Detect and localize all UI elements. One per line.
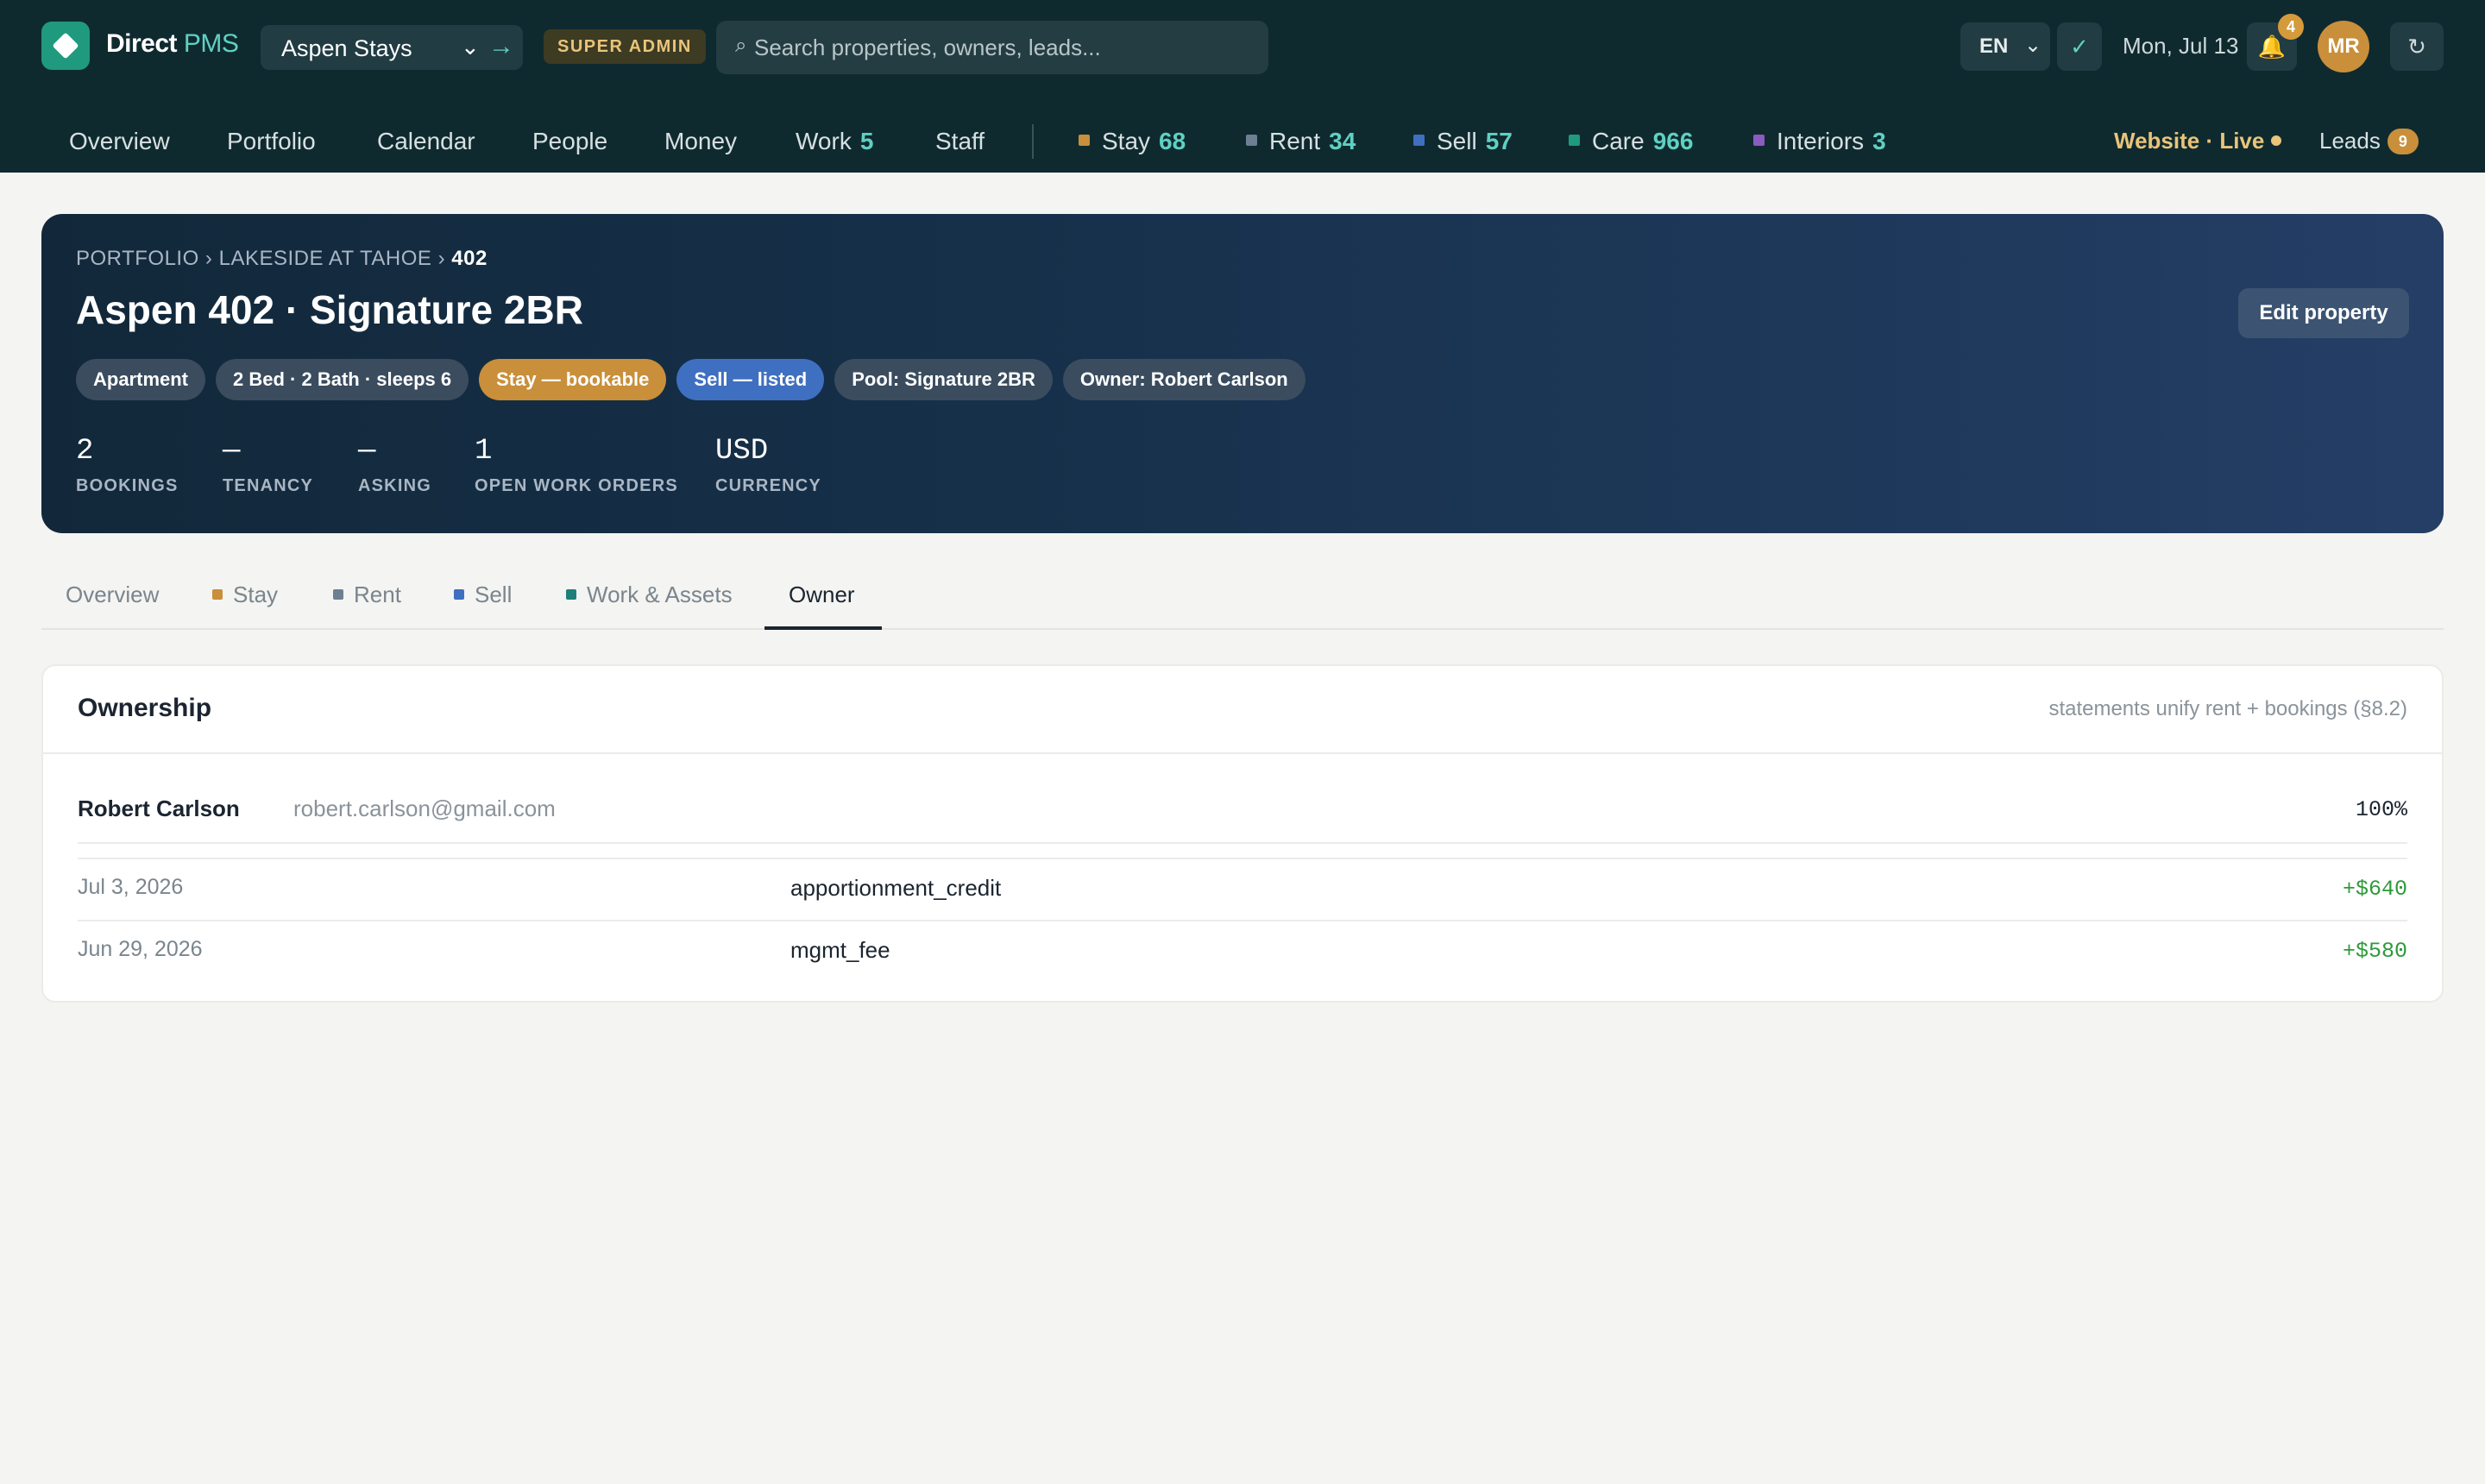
logo-icon[interactable] [41, 22, 90, 70]
tag-owner[interactable]: Owner: Robert Carlson [1062, 359, 1305, 400]
sell-dot-icon [1413, 135, 1425, 146]
work-count: 5 [859, 128, 874, 154]
nav-item-staff[interactable]: Staff [935, 128, 985, 155]
top-bar: Direct PMS Aspen Stays ⌄ → SUPER ADMIN ⌕… [0, 0, 2485, 173]
role-badge: SUPER ADMIN [544, 29, 706, 64]
search-input[interactable]: ⌕ Search properties, owners, leads... [716, 21, 1268, 74]
tag-type: Apartment [76, 359, 206, 400]
tab-rent[interactable]: Rent [333, 582, 401, 608]
active-tab-indicator [764, 626, 882, 630]
care-dot-icon [1569, 135, 1580, 146]
tab-work-assets[interactable]: Work & Assets [566, 582, 733, 608]
ownership-note: statements unify rent + bookings (§8.2) [2048, 697, 2407, 720]
rent-dot-icon [1246, 135, 1257, 146]
language-selector[interactable]: EN ⌄ [1960, 22, 2050, 71]
breadcrumb-separator: › [204, 247, 219, 270]
stay-dot-icon [212, 589, 223, 600]
stat-open-work-orders: 1 OPEN WORK ORDERS [475, 435, 678, 495]
stay-dot-icon [1079, 135, 1090, 146]
check-icon: ✓ [2070, 33, 2089, 60]
stat-bookings: 2 BOOKINGS [76, 435, 179, 495]
edit-property-button[interactable]: Edit property [2238, 288, 2409, 338]
nav-module-care[interactable]: Care 966 [1569, 128, 1693, 155]
tab-overview[interactable]: Overview [66, 582, 159, 608]
nav-divider [1032, 124, 1034, 159]
ownership-title: Ownership [78, 694, 212, 722]
nav-module-sell[interactable]: Sell 57 [1413, 128, 1513, 155]
transaction-amount: +$640 [2342, 877, 2407, 902]
nav-item-people[interactable]: People [532, 128, 607, 155]
stat-currency: USD CURRENCY [715, 435, 821, 495]
page-title: Aspen 402 · Signature 2BR [76, 287, 583, 332]
tag-layout: 2 Bed · 2 Bath · sleeps 6 [216, 359, 469, 400]
avatar[interactable]: MR [2318, 21, 2369, 72]
owner-email[interactable]: robert.carlson@gmail.com [293, 795, 556, 822]
transaction-row[interactable]: Jul 3, 2026 apportionment_credit +$640 [78, 875, 2407, 909]
transaction-amount: +$580 [2342, 939, 2407, 964]
transaction-date: Jul 3, 2026 [78, 875, 184, 899]
chevron-down-icon: ⌄ [2024, 34, 2042, 57]
tag-sell-status[interactable]: Sell — listed [676, 359, 825, 400]
header-row: Direct PMS Aspen Stays ⌄ → SUPER ADMIN ⌕… [0, 0, 2485, 93]
sell-dot-icon [454, 589, 464, 600]
divider [78, 920, 2407, 921]
tag-stay-status[interactable]: Stay — bookable [479, 359, 667, 400]
tag-pool[interactable]: Pool: Signature 2BR [834, 359, 1053, 400]
website-status-link[interactable]: Website · Live [2114, 128, 2282, 154]
bell-icon: 🔔 [2257, 33, 2287, 60]
refresh-button[interactable]: ↻ [2390, 22, 2444, 71]
transaction-type: mgmt_fee [790, 937, 890, 963]
nav-item-portfolio[interactable]: Portfolio [227, 128, 316, 155]
stat-tenancy: — TENANCY [223, 435, 314, 495]
arrow-right-icon[interactable]: → [488, 32, 514, 61]
breadcrumb-building[interactable]: LAKESIDE AT TAHOE [219, 247, 432, 270]
stat-asking: — ASKING [358, 435, 431, 495]
app-logo[interactable]: Direct PMS [106, 29, 239, 59]
owner-name: Robert Carlson [78, 795, 240, 821]
owner-row[interactable]: Robert Carlson robert.carlson@gmail.com … [78, 795, 2407, 830]
interiors-dot-icon [1753, 135, 1765, 146]
check-button[interactable]: ✓ [2057, 22, 2102, 71]
chevron-down-icon: ⌄ [461, 34, 480, 60]
tab-stay[interactable]: Stay [212, 582, 278, 608]
work-dot-icon [566, 589, 576, 600]
property-selector-label: Aspen Stays [281, 35, 412, 61]
nav-module-interiors[interactable]: Interiors 3 [1753, 128, 1886, 155]
nav-item-work[interactable]: Work 5 [796, 128, 873, 155]
divider [78, 842, 2407, 844]
nav-item-overview[interactable]: Overview [69, 128, 170, 155]
rent-dot-icon [333, 589, 343, 600]
ownership-card: Ownership statements unify rent + bookin… [41, 664, 2444, 1003]
tab-sell[interactable]: Sell [454, 582, 512, 608]
transaction-date: Jun 29, 2026 [78, 937, 203, 961]
tab-owner[interactable]: Owner [789, 582, 855, 608]
breadcrumb-portfolio[interactable]: PORTFOLIO [76, 247, 199, 270]
search-icon: ⌕ [735, 34, 747, 57]
ownership-header: Ownership statements unify rent + bookin… [43, 666, 2442, 754]
main-nav: Overview Portfolio Calendar People Money… [0, 112, 2485, 173]
refresh-icon: ↻ [2407, 33, 2426, 60]
transaction-row[interactable]: Jun 29, 2026 mgmt_fee +$580 [78, 937, 2407, 972]
notifications-badge: 4 [2278, 14, 2304, 40]
owner-share: 100% [2355, 797, 2407, 822]
search-placeholder: Search properties, owners, leads... [754, 35, 1101, 60]
nav-module-stay[interactable]: Stay 68 [1079, 128, 1186, 155]
property-selector[interactable]: Aspen Stays ⌄ → [261, 25, 523, 70]
breadcrumb-separator: › [437, 247, 452, 270]
breadcrumb: PORTFOLIO › LAKESIDE AT TAHOE › 402 [76, 247, 488, 271]
leads-badge: 9 [2387, 129, 2419, 154]
breadcrumb-unit: 402 [451, 247, 488, 270]
leads-link[interactable]: Leads 9 [2319, 128, 2419, 154]
language-label: EN [1979, 35, 2009, 58]
current-date: Mon, Jul 13 [2123, 33, 2239, 59]
nav-module-rent[interactable]: Rent 34 [1246, 128, 1356, 155]
property-header-card: PORTFOLIO › LAKESIDE AT TAHOE › 402 Aspe… [41, 214, 2444, 533]
property-tabs: Overview Stay Rent Sell Work & Assets Ow… [41, 569, 2444, 630]
divider [78, 858, 2407, 859]
nav-item-calendar[interactable]: Calendar [377, 128, 475, 155]
nav-item-money[interactable]: Money [664, 128, 737, 155]
live-dot-icon [2271, 135, 2282, 146]
transaction-type: apportionment_credit [790, 875, 1002, 901]
property-tags: Apartment 2 Bed · 2 Bath · sleeps 6 Stay… [76, 359, 1305, 400]
